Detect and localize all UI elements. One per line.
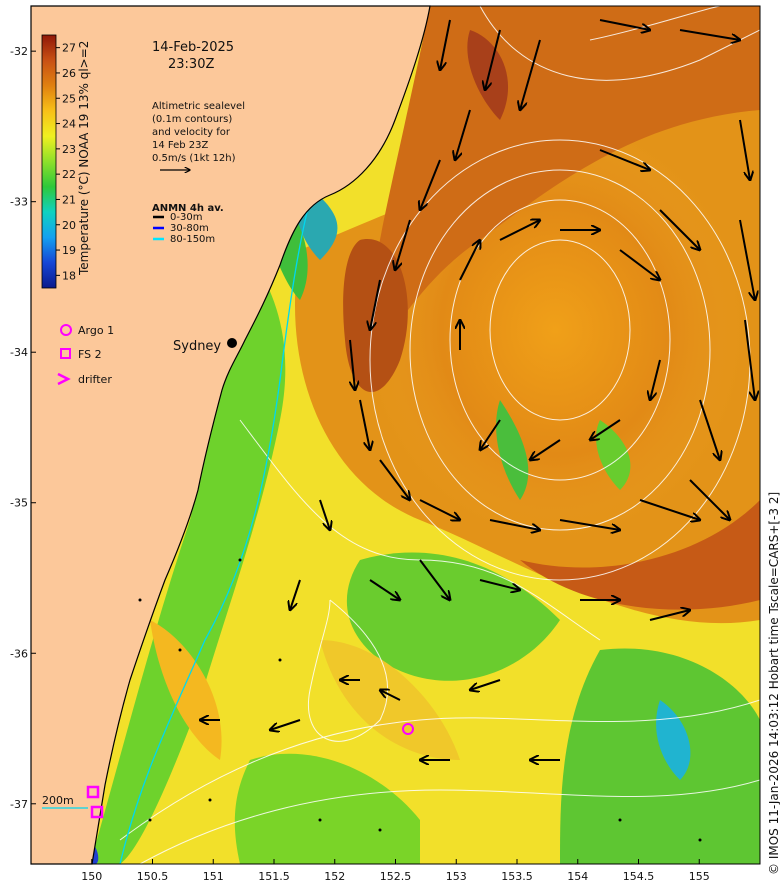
y-tick-label: -36 <box>10 647 28 660</box>
x-tick-label: 154.5 <box>623 870 655 883</box>
anmn-label: 30-80m <box>170 223 209 234</box>
time-label: 23:30Z <box>168 57 214 72</box>
x-tick-label: 152.5 <box>380 870 412 883</box>
x-tick-label: 151 <box>203 870 224 883</box>
x-tick-label: 151.5 <box>258 870 290 883</box>
date-label: 14-Feb-2025 <box>152 40 234 55</box>
colorbar-tick-label: 20 <box>62 219 76 232</box>
isobath-label: 200m <box>42 794 74 807</box>
colorbar-tick-label: 26 <box>62 67 76 80</box>
colorbar-tick-label: 23 <box>62 143 76 156</box>
y-tick-label: -32 <box>10 45 28 58</box>
colorbar-label: Temperature (°C) NOAA 19 13% ql>=2 <box>77 41 91 276</box>
colorbar-tick-label: 21 <box>62 193 76 206</box>
legend-drifter: drifter <box>78 373 112 386</box>
anmn-label: 0-30m <box>170 212 202 223</box>
colorbar-tick-label: 19 <box>62 244 76 257</box>
info-line: Altimetric sealevel <box>152 101 245 112</box>
legend-argo: Argo 1 <box>78 324 114 337</box>
x-tick-label: 150.5 <box>137 870 169 883</box>
x-tick-label: 153 <box>446 870 467 883</box>
y-tick-label: -37 <box>10 798 28 811</box>
city-label: Sydney <box>173 339 221 354</box>
y-tick-label: -35 <box>10 497 28 510</box>
colorbar-tick-label: 27 <box>62 42 76 55</box>
sydney-marker <box>227 338 237 348</box>
x-tick-label: 152 <box>324 870 345 883</box>
info-line: 0.5m/s (1kt 12h) <box>152 153 236 164</box>
y-tick-label: -33 <box>10 196 28 209</box>
credit-text: © IMOS 11-Jan-2026 14:03:12 Hobart time … <box>767 492 780 875</box>
sst-map: Sydney 200m 150 150.5 151 151.5 152 152.… <box>10 5 780 883</box>
anmn-label: 80-150m <box>170 234 215 245</box>
colorbar <box>41 34 57 289</box>
info-line: (0.1m contours) <box>152 114 232 125</box>
x-tick-label: 150 <box>81 870 102 883</box>
colorbar-tick-label: 24 <box>62 118 76 131</box>
y-tick-label: -34 <box>10 346 28 359</box>
colorbar-tick-label: 25 <box>62 92 76 105</box>
info-line: and velocity for <box>152 127 231 138</box>
colorbar-tick-label: 22 <box>62 168 76 181</box>
info-line: 14 Feb 23Z <box>152 140 209 151</box>
x-tick-label: 155 <box>689 870 710 883</box>
x-tick-label: 154 <box>567 870 588 883</box>
x-tick-label: 153.5 <box>501 870 533 883</box>
colorbar-tick-label: 18 <box>62 269 76 282</box>
legend-fs: FS 2 <box>78 348 102 361</box>
